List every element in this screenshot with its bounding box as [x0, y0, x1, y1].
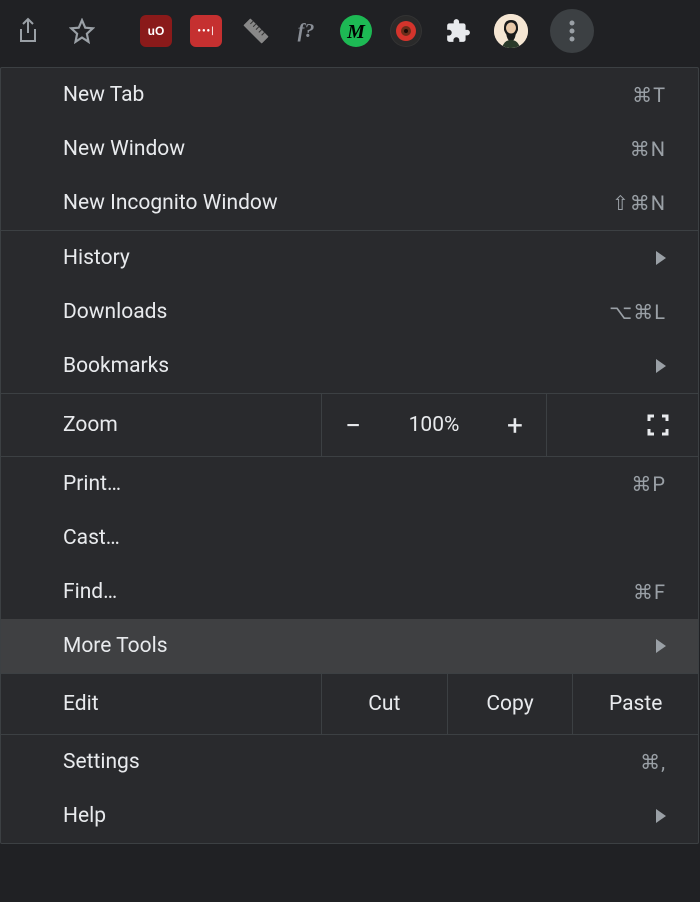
keyboard-shortcut: ⇧⌘N	[612, 191, 666, 215]
menu-item-edit: Edit Cut Copy Paste	[1, 674, 698, 734]
menu-item-bookmarks[interactable]: Bookmarks	[1, 339, 698, 393]
zoom-out-button[interactable]: −	[322, 394, 384, 456]
menu-item-history[interactable]: History	[1, 231, 698, 285]
svg-text:uO: uO	[148, 24, 165, 38]
menu-button[interactable]	[550, 9, 594, 53]
fullscreen-button[interactable]	[618, 394, 698, 456]
menu-label: New Tab	[63, 83, 632, 107]
menu-item-settings[interactable]: Settings ⌘,	[1, 735, 698, 789]
cut-button[interactable]: Cut	[322, 674, 447, 734]
menu-item-new-tab[interactable]: New Tab ⌘T	[1, 68, 698, 122]
menu-label: Find…	[63, 580, 633, 604]
submenu-arrow-icon	[656, 639, 666, 653]
1password-extension-icon[interactable]: •••|	[190, 15, 222, 47]
menu-label: Bookmarks	[63, 354, 650, 378]
ublock-extension-icon[interactable]: uO	[140, 15, 172, 47]
menu-item-more-tools[interactable]: More Tools	[1, 619, 698, 673]
eye-extension-icon[interactable]	[390, 15, 422, 47]
submenu-arrow-icon	[656, 359, 666, 373]
menu-label: New Incognito Window	[63, 191, 612, 215]
share-icon[interactable]	[10, 13, 46, 49]
divider-vertical	[546, 394, 547, 456]
browser-toolbar: uO •••| f? M	[0, 0, 700, 62]
keyboard-shortcut: ⌥⌘L	[609, 300, 666, 324]
keyboard-shortcut: ⌘P	[631, 472, 666, 496]
menu-item-new-window[interactable]: New Window ⌘N	[1, 122, 698, 176]
zoom-in-button[interactable]: +	[484, 394, 546, 456]
m-extension-icon[interactable]: M	[340, 15, 372, 47]
keyboard-shortcut: ⌘T	[632, 83, 666, 107]
extensions-puzzle-icon[interactable]	[440, 13, 476, 49]
menu-item-new-incognito[interactable]: New Incognito Window ⇧⌘N	[1, 176, 698, 230]
menu-label: Help	[63, 804, 650, 828]
menu-item-help[interactable]: Help	[1, 789, 698, 843]
menu-label: Downloads	[63, 300, 609, 324]
edit-label: Edit	[1, 692, 321, 716]
keyboard-shortcut: ⌘N	[630, 137, 666, 161]
keyboard-shortcut: ⌘,	[640, 750, 666, 774]
menu-label: More Tools	[63, 634, 650, 658]
menu-label: Print…	[63, 472, 631, 496]
menu-label: History	[63, 246, 650, 270]
submenu-arrow-icon	[656, 251, 666, 265]
zoom-value: 100%	[384, 413, 484, 437]
menu-item-downloads[interactable]: Downloads ⌥⌘L	[1, 285, 698, 339]
browser-menu: New Tab ⌘T New Window ⌘N New Incognito W…	[0, 67, 699, 844]
copy-button[interactable]: Copy	[448, 674, 573, 734]
menu-item-cast[interactable]: Cast…	[1, 511, 698, 565]
star-icon[interactable]	[64, 13, 100, 49]
menu-item-print[interactable]: Print… ⌘P	[1, 457, 698, 511]
menu-item-find[interactable]: Find… ⌘F	[1, 565, 698, 619]
profile-avatar[interactable]	[494, 14, 528, 48]
menu-item-zoom: Zoom − 100% +	[1, 394, 698, 456]
zoom-label: Zoom	[1, 413, 321, 437]
menu-label: Cast…	[63, 526, 666, 550]
submenu-arrow-icon	[656, 809, 666, 823]
menu-label: New Window	[63, 137, 630, 161]
keyboard-shortcut: ⌘F	[633, 580, 666, 604]
svg-text:M: M	[346, 21, 366, 43]
paste-button[interactable]: Paste	[573, 674, 698, 734]
font-extension-icon[interactable]: f?	[290, 15, 322, 47]
ruler-extension-icon[interactable]	[233, 8, 278, 53]
menu-label: Settings	[63, 750, 640, 774]
